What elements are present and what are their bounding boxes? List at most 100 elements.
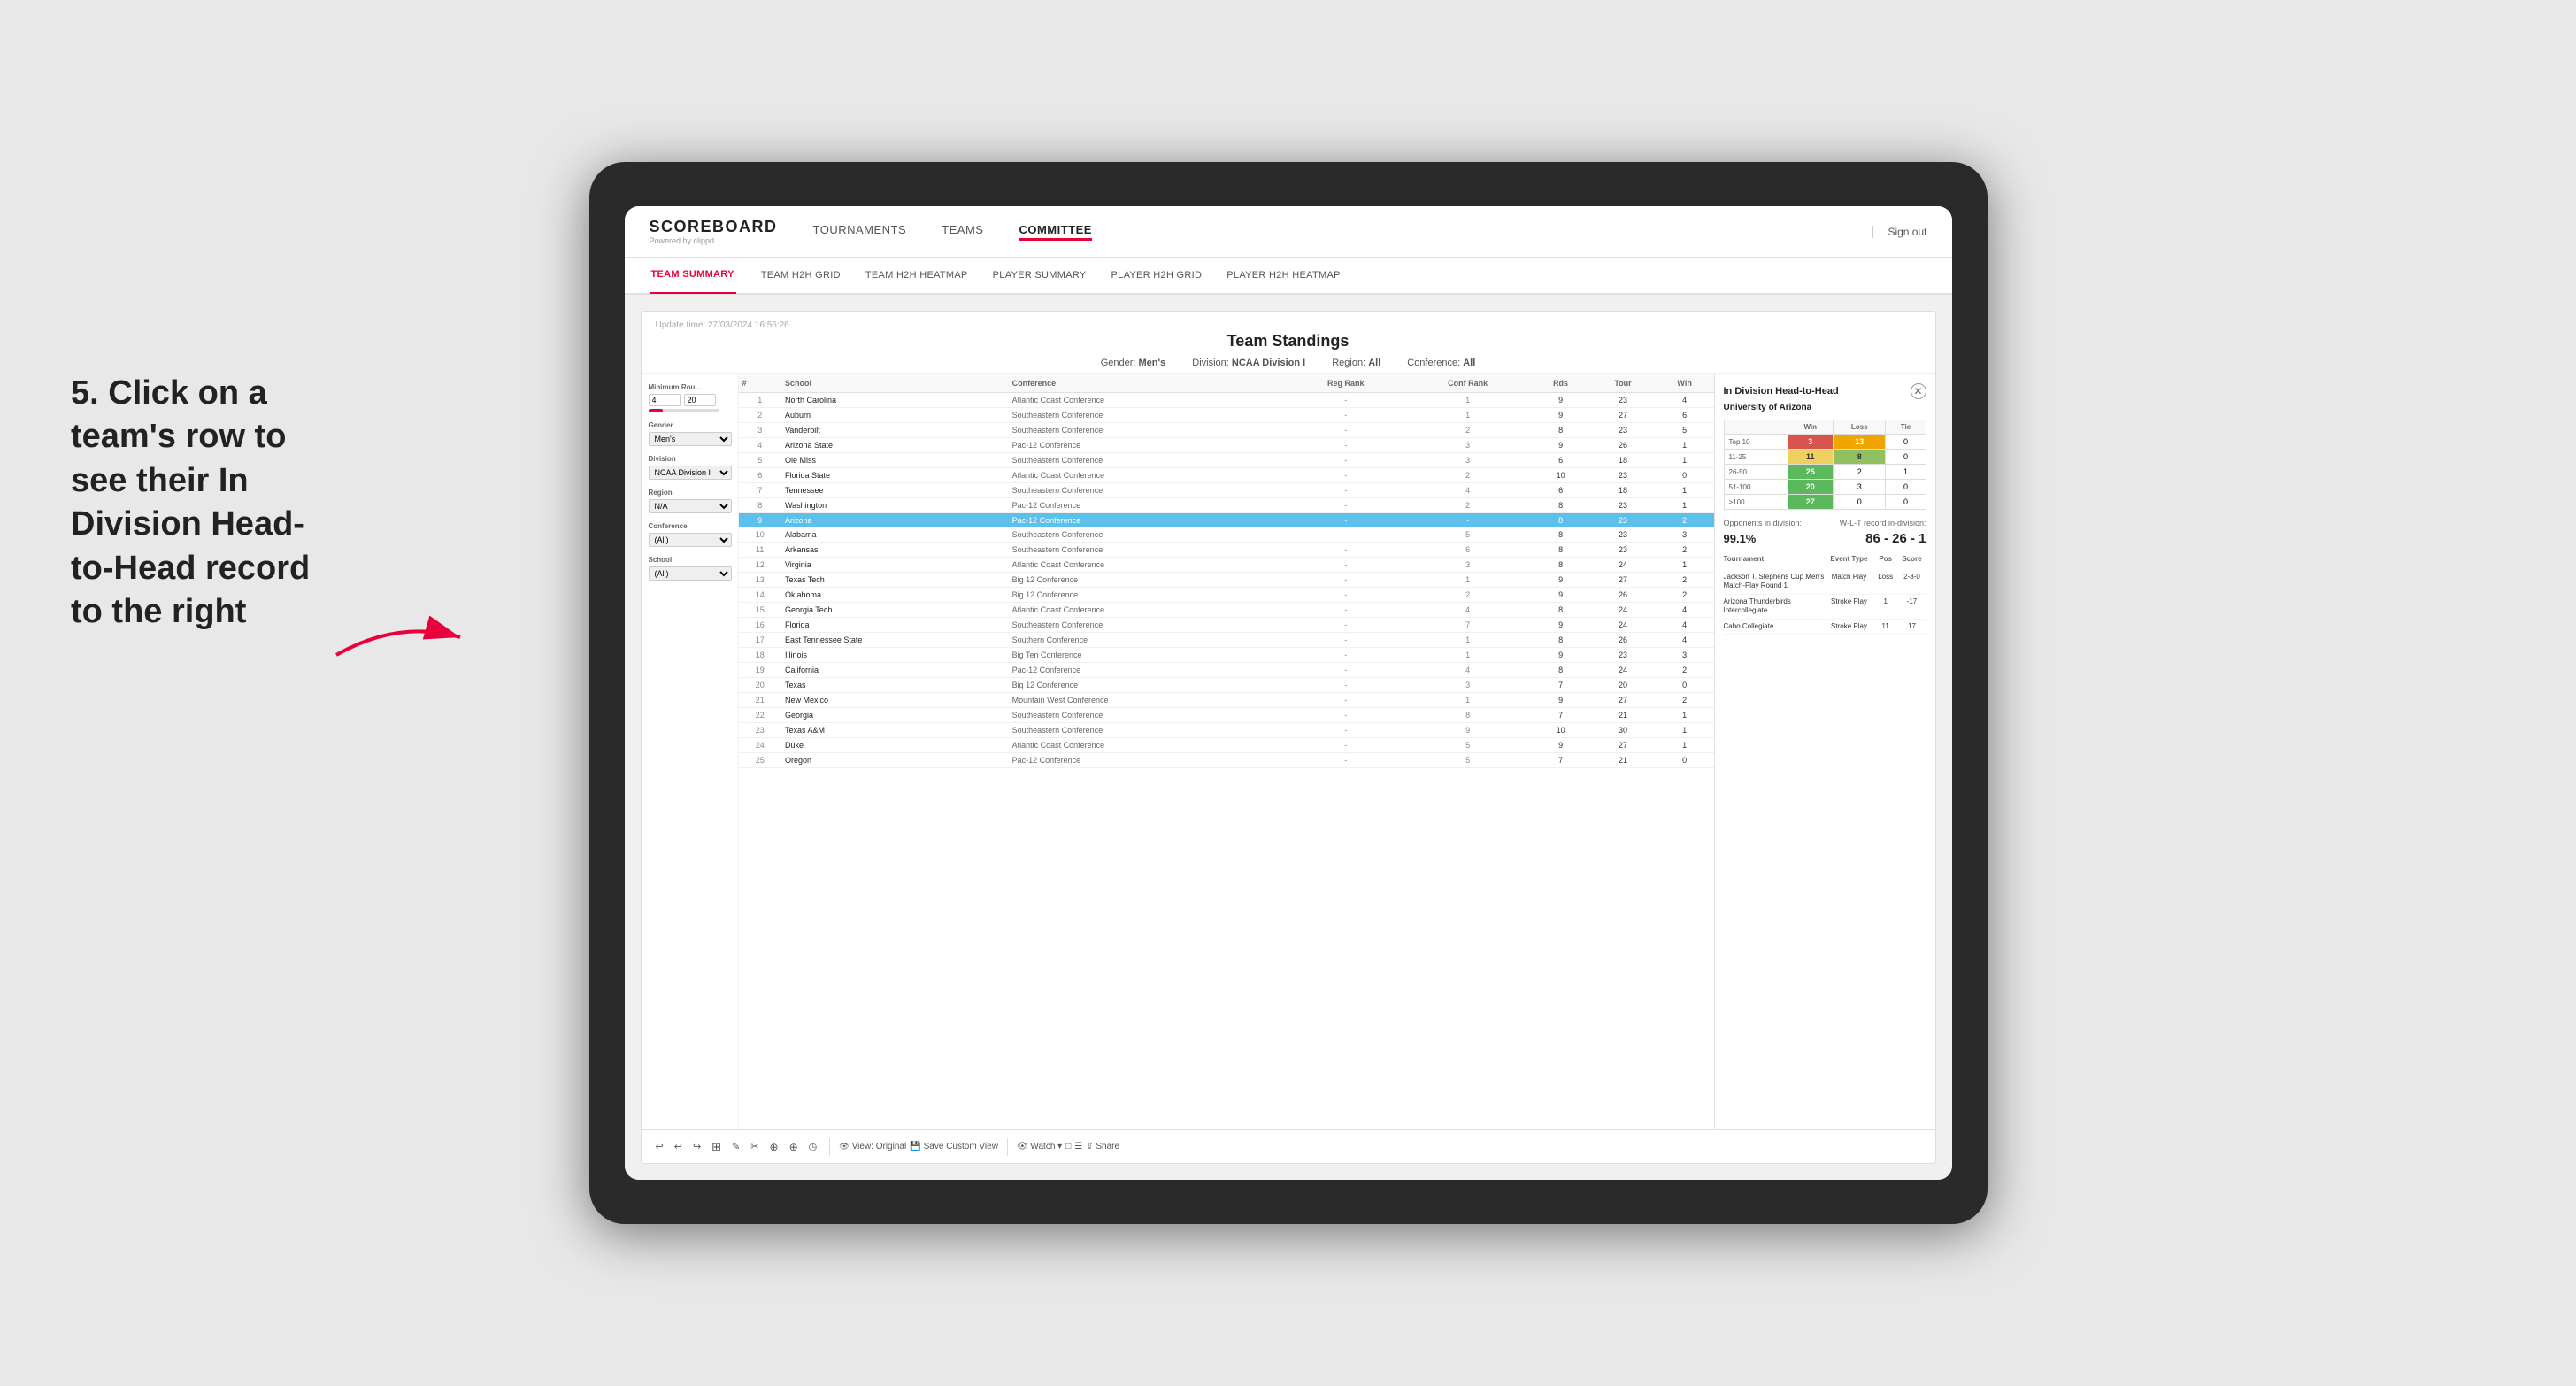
h2h-row-11-25: 11-25 11 8 0: [1724, 450, 1926, 465]
tournament-header: Tournament Event Type Pos Score: [1724, 555, 1926, 566]
table-row[interactable]: 9ArizonaPac-12 Conference--8232: [739, 513, 1714, 528]
h2h-table: Win Loss Tie Top 10 3 13: [1724, 420, 1926, 510]
sub-nav: TEAM SUMMARY TEAM H2H GRID TEAM H2H HEAT…: [625, 258, 1952, 295]
h2h-row-top10: Top 10 3 13 0: [1724, 435, 1926, 450]
toolbar-cut[interactable]: ✂: [747, 1139, 762, 1154]
toolbar-sep-1: [829, 1138, 830, 1156]
filter-gender: Gender: Men's: [1101, 358, 1166, 368]
table-row[interactable]: 24DukeAtlantic Coast Conference-59271: [739, 738, 1714, 753]
filter-min-rounds: Minimum Rou...: [649, 383, 731, 412]
table-row[interactable]: 12VirginiaAtlantic Coast Conference-3824…: [739, 558, 1714, 573]
table-row[interactable]: 7TennesseeSoutheastern Conference-46181: [739, 483, 1714, 498]
table-row[interactable]: 16FloridaSoutheastern Conference-79244: [739, 618, 1714, 633]
toolbar-add2[interactable]: ⊕: [786, 1139, 802, 1155]
conference-label: Conference: [649, 522, 731, 530]
table-row[interactable]: 1North CarolinaAtlantic Coast Conference…: [739, 393, 1714, 408]
filter-division-section: Division NCAA Division I: [649, 455, 731, 480]
table-row[interactable]: 17East Tennessee StateSouthern Conferenc…: [739, 633, 1714, 648]
toolbar-list[interactable]: ☰: [1074, 1142, 1082, 1151]
gender-select[interactable]: Men's: [649, 432, 732, 446]
bottom-toolbar: ↩ ↩ ↪ ⊞ ✎ ✂ ⊕ ⊕ ◷ 👁 View: Original: [642, 1129, 1935, 1163]
tournament-section: Tournament Event Type Pos Score Jackson …: [1724, 555, 1926, 635]
toolbar-watch[interactable]: 👁 Watch ▾: [1017, 1142, 1062, 1151]
main-area: Update time: 27/03/2024 16:56:26 Team St…: [625, 295, 1952, 1180]
table-row[interactable]: 10AlabamaSoutheastern Conference-58233: [739, 527, 1714, 543]
col-header-win: Win: [1656, 374, 1714, 393]
sub-nav-team-h2h-grid[interactable]: TEAM H2H GRID: [761, 270, 841, 281]
team-name-panel: University of Arizona: [1724, 403, 1926, 412]
table-row[interactable]: 21New MexicoMountain West Conference-192…: [739, 693, 1714, 708]
min-rounds-input[interactable]: [649, 394, 681, 406]
region-label: Region: [649, 489, 731, 497]
table-row[interactable]: 6Florida StateAtlantic Coast Conference-…: [739, 468, 1714, 483]
right-panel-title: In Division Head-to-Head: [1724, 386, 1839, 397]
filter-conference-section: Conference (All): [649, 522, 731, 547]
max-rounds-input[interactable]: [684, 394, 716, 406]
sub-nav-team-summary[interactable]: TEAM SUMMARY: [650, 257, 736, 294]
division-label: Division: [649, 455, 731, 463]
table-row[interactable]: 13Texas TechBig 12 Conference-19272: [739, 573, 1714, 588]
update-time: Update time: 27/03/2024 16:56:26: [656, 320, 1921, 330]
toolbar-undo[interactable]: ↩: [652, 1139, 667, 1154]
toolbar-save-custom[interactable]: 💾 Save Custom View: [910, 1142, 998, 1151]
table-row[interactable]: 3VanderbiltSoutheastern Conference-28235: [739, 423, 1714, 438]
school-select[interactable]: (All): [649, 566, 732, 581]
table-row[interactable]: 22GeorgiaSoutheastern Conference-87211: [739, 708, 1714, 723]
toolbar-view-original[interactable]: 👁 View: Original: [839, 1142, 906, 1151]
h2h-row-gt100: >100 27 0 0: [1724, 495, 1926, 510]
tournament-row-3: Cabo Collegiate Stroke Play 11 17: [1724, 620, 1926, 635]
sub-nav-team-h2h-heatmap[interactable]: TEAM H2H HEATMAP: [865, 270, 968, 281]
region-select[interactable]: N/A: [649, 499, 732, 513]
toolbar-step-back[interactable]: ↩: [671, 1139, 686, 1154]
sub-nav-player-h2h-grid[interactable]: PLAYER H2H GRID: [1111, 270, 1203, 281]
toolbar-layout[interactable]: □: [1065, 1142, 1071, 1151]
close-button[interactable]: ✕: [1911, 383, 1926, 399]
conference-select[interactable]: (All): [649, 533, 732, 547]
toolbar-edit[interactable]: ✎: [728, 1139, 743, 1154]
sub-nav-player-summary[interactable]: PLAYER SUMMARY: [993, 270, 1087, 281]
gender-label: Gender: [649, 421, 731, 429]
division-select[interactable]: NCAA Division I: [649, 466, 732, 480]
col-header-school: School: [781, 374, 1009, 393]
wl-label: W-L-T record in-division:: [1840, 519, 1926, 527]
table-row[interactable]: 14OklahomaBig 12 Conference-29262: [739, 588, 1714, 603]
filter-region-section: Region N/A: [649, 489, 731, 513]
table-row[interactable]: 11ArkansasSoutheastern Conference-68232: [739, 543, 1714, 558]
table-row[interactable]: 18IllinoisBig Ten Conference-19233: [739, 648, 1714, 663]
opponents-pct: 99.1%: [1724, 532, 1757, 545]
table-row[interactable]: 25OregonPac-12 Conference-57210: [739, 753, 1714, 768]
col-header-reg-rank: Reg Rank: [1287, 374, 1404, 393]
tablet-screen: SCOREBOARD Powered by clippd TOURNAMENTS…: [625, 206, 1952, 1180]
h2h-row-51-100: 51-100 20 3 0: [1724, 480, 1926, 495]
filter-region: Region: All: [1332, 358, 1380, 368]
toolbar-sep-2: [1007, 1138, 1008, 1156]
table-row[interactable]: 2AuburnSoutheastern Conference-19276: [739, 408, 1714, 423]
card-header: Update time: 27/03/2024 16:56:26 Team St…: [642, 312, 1935, 374]
nav-item-teams[interactable]: TEAMS: [942, 223, 983, 241]
table-row[interactable]: 8WashingtonPac-12 Conference-28231: [739, 498, 1714, 513]
sign-out-link[interactable]: Sign out: [1872, 226, 1926, 238]
sub-nav-player-h2h-heatmap[interactable]: PLAYER H2H HEATMAP: [1226, 270, 1340, 281]
table-row[interactable]: 15Georgia TechAtlantic Coast Conference-…: [739, 603, 1714, 618]
instruction-text: 5. Click on a team's row to see their In…: [71, 372, 345, 634]
table-row[interactable]: 23Texas A&MSoutheastern Conference-91030…: [739, 723, 1714, 738]
col-header-rds: Rds: [1531, 374, 1590, 393]
table-row[interactable]: 20TexasBig 12 Conference-37200: [739, 678, 1714, 693]
logo-title: SCOREBOARD: [650, 218, 778, 236]
toolbar-share[interactable]: ⇪ Share: [1086, 1142, 1119, 1151]
card-body: Minimum Rou... Gender: [642, 374, 1935, 1129]
table-row[interactable]: 4Arizona StatePac-12 Conference-39261: [739, 438, 1714, 453]
table-row[interactable]: 19CaliforniaPac-12 Conference-48242: [739, 663, 1714, 678]
opponents-label: Opponents in division:: [1724, 519, 1803, 527]
nav-item-committee[interactable]: COMMITTEE: [1019, 223, 1092, 241]
toolbar-grid[interactable]: ⊞: [708, 1138, 725, 1156]
toolbar-redo[interactable]: ↪: [689, 1139, 704, 1154]
right-panel: In Division Head-to-Head ✕ University of…: [1714, 374, 1935, 1129]
toolbar-add1[interactable]: ⊕: [766, 1139, 782, 1155]
tournament-row-2: Arizona Thunderbirds Intercollegiate Str…: [1724, 595, 1926, 620]
opponents-section: Opponents in division: W-L-T record in-d…: [1724, 519, 1926, 527]
toolbar-clock[interactable]: ◷: [805, 1139, 821, 1154]
table-row[interactable]: 5Ole MissSoutheastern Conference-36181: [739, 453, 1714, 468]
min-rounds-label: Minimum Rou...: [649, 383, 731, 391]
nav-item-tournaments[interactable]: TOURNAMENTS: [813, 223, 907, 241]
